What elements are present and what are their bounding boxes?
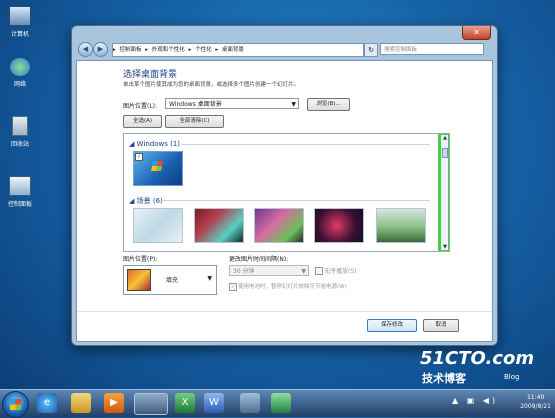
media-player-icon[interactable]: ▶ <box>104 393 124 413</box>
system-tray[interactable]: ▲ ▣ ◀) <box>452 396 498 405</box>
breadcrumb-item[interactable]: 桌面背景 <box>222 47 244 53</box>
shuffle-label: 无序播放(S) <box>324 268 357 275</box>
refresh-button[interactable]: ↻ <box>364 43 378 57</box>
recycle-bin-icon <box>12 116 28 136</box>
breadcrumb-sep: ▸ <box>145 47 149 53</box>
breadcrumb-sep: ▸ <box>113 47 116 53</box>
desktop-icon-recycle-bin[interactable]: 回收站 <box>0 116 40 148</box>
scroll-up-icon[interactable]: ▲ <box>441 135 449 141</box>
group-header-scenes[interactable]: ◢ 场景 (6) <box>129 196 163 206</box>
search-input[interactable]: 搜索控制面板 <box>380 43 484 55</box>
group-name: 场景 (6) <box>136 197 163 205</box>
internet-explorer-icon[interactable]: e <box>37 393 57 413</box>
spreadsheet-icon[interactable]: X <box>175 393 195 413</box>
windows-logo-icon <box>151 161 163 171</box>
desktop-icon-label: 控制面板 <box>7 201 32 208</box>
desktop-icon-computer[interactable]: 计算机 <box>0 6 40 38</box>
picture-position-select[interactable]: 填充 ▼ <box>123 265 217 295</box>
close-button[interactable]: ✕ <box>462 26 491 40</box>
document-icon[interactable]: W <box>204 393 224 413</box>
chevron-down-icon: ▼ <box>291 101 296 108</box>
vertical-scrollbar[interactable]: ▲ ▼ <box>438 134 449 251</box>
address-bar[interactable]: ▸ 控制面板 ▸ 外观和个性化 ▸ 个性化 ▸ 桌面背景 <box>112 43 364 57</box>
chevron-down-icon: ▼ <box>207 275 212 282</box>
breadcrumb-item[interactable]: 控制面板 <box>120 47 142 53</box>
wallpaper-thumbnail[interactable] <box>254 208 304 243</box>
group-name: Windows (1) <box>136 140 181 148</box>
chevron-down-icon: ▼ <box>301 268 306 275</box>
clear-all-button[interactable]: 全部清除(C) <box>165 115 224 128</box>
picture-list: ◢ Windows (1) ✓ ◢ 场景 (6) ▲ ▼ <box>123 133 450 252</box>
collapse-icon: ◢ <box>129 140 135 148</box>
scroll-down-icon[interactable]: ▼ <box>441 244 449 250</box>
battery-pause-label: 使用电池时，暂停幻灯片放映可节省电源(W) <box>238 284 347 290</box>
save-changes-button[interactable]: 保存修改 <box>367 319 417 332</box>
computer-icon <box>9 6 31 26</box>
shuffle-checkbox[interactable] <box>315 267 323 275</box>
interval-label: 更改图片时间间隔(N): <box>229 256 289 263</box>
desktop-icon-network[interactable]: 网络 <box>0 58 40 88</box>
navigation-bar: ◀ ▶ ▸ 控制面板 ▸ 外观和个性化 ▸ 个性化 ▸ 桌面背景 ↻ 搜索控制面… <box>76 42 493 58</box>
picture-location-label: 图片位置(L): <box>123 103 158 110</box>
watermark-blog: Blog <box>504 373 520 381</box>
taskbar-window-button[interactable] <box>134 393 168 415</box>
folder-icon[interactable] <box>71 393 91 413</box>
page-title: 选择桌面背景 <box>123 70 178 80</box>
picture-position-value: 填充 <box>166 277 179 284</box>
back-button[interactable]: ◀ <box>78 42 93 57</box>
wallpaper-checkbox[interactable]: ✓ <box>135 153 143 161</box>
start-button[interactable] <box>2 391 29 418</box>
wallpaper-thumbnail[interactable] <box>376 208 426 243</box>
content-pane: 选择桌面背景 单击某个图片使其成为您的桌面背景，或选择多个图片创建一个幻灯片。 … <box>76 60 493 342</box>
clock[interactable]: 11:40 2009/8/21 <box>520 393 551 411</box>
watermark-site: 51CTO.com <box>420 348 535 369</box>
wallpaper-thumbnail[interactable] <box>133 208 183 243</box>
group-divider <box>182 144 430 145</box>
group-divider <box>160 200 430 201</box>
select-all-button[interactable]: 全选(A) <box>123 115 162 128</box>
breadcrumb-sep: ▸ <box>215 47 219 53</box>
breadcrumb-item[interactable]: 外观和个性化 <box>152 47 185 53</box>
clock-date: 2009/8/21 <box>520 403 551 410</box>
group-header-windows[interactable]: ◢ Windows (1) <box>129 140 180 148</box>
forward-button[interactable]: ▶ <box>93 42 108 57</box>
desktop-icon-label: 网络 <box>13 81 26 88</box>
wallpaper-thumbnail[interactable] <box>194 208 244 243</box>
application-icon[interactable] <box>271 393 291 413</box>
picture-position-label: 图片位置(P): <box>123 256 158 263</box>
interval-select[interactable]: 30 分钟 ▼ <box>229 265 309 276</box>
breadcrumb-sep: ▸ <box>188 47 192 53</box>
breadcrumb-item[interactable]: 个性化 <box>195 47 212 53</box>
remote-desktop-icon[interactable] <box>240 393 260 413</box>
watermark: 51CTO.com 技术博客 Blog <box>406 348 554 388</box>
watermark-cn: 技术博客 <box>422 372 466 385</box>
battery-pause-checkbox[interactable]: ✓ <box>229 283 237 291</box>
page-description: 单击某个图片使其成为您的桌面背景，或选择多个图片创建一个幻灯片。 <box>123 82 300 88</box>
desktop-icon-label: 计算机 <box>10 31 29 38</box>
cancel-button[interactable]: 取消 <box>423 319 459 332</box>
desktop-icon-control-panel[interactable]: 控制面板 <box>0 176 40 208</box>
interval-value: 30 分钟 <box>233 268 255 275</box>
position-preview-image <box>127 269 151 291</box>
control-panel-window: ✕ ◀ ▶ ▸ 控制面板 ▸ 外观和个性化 ▸ 个性化 ▸ 桌面背景 ↻ 搜索控… <box>71 25 498 346</box>
wallpaper-thumbnail[interactable] <box>314 208 364 243</box>
clock-time: 11:40 <box>526 394 545 401</box>
taskbar: e ▶ X W ▲ ▣ ◀) 11:40 2009/8/21 <box>0 389 555 418</box>
scrollbar-thumb[interactable] <box>442 148 448 158</box>
windows-logo-icon <box>10 399 21 410</box>
desktop-icon-label: 回收站 <box>10 141 29 148</box>
control-panel-icon <box>9 176 31 196</box>
footer-divider <box>77 311 492 312</box>
picture-location-select[interactable]: Windows 桌面背景 ▼ <box>165 98 299 109</box>
browse-button[interactable]: 浏览(B)... <box>307 98 350 111</box>
collapse-icon: ◢ <box>129 197 135 205</box>
network-icon <box>10 58 30 76</box>
picture-location-value: Windows 桌面背景 <box>169 101 222 108</box>
